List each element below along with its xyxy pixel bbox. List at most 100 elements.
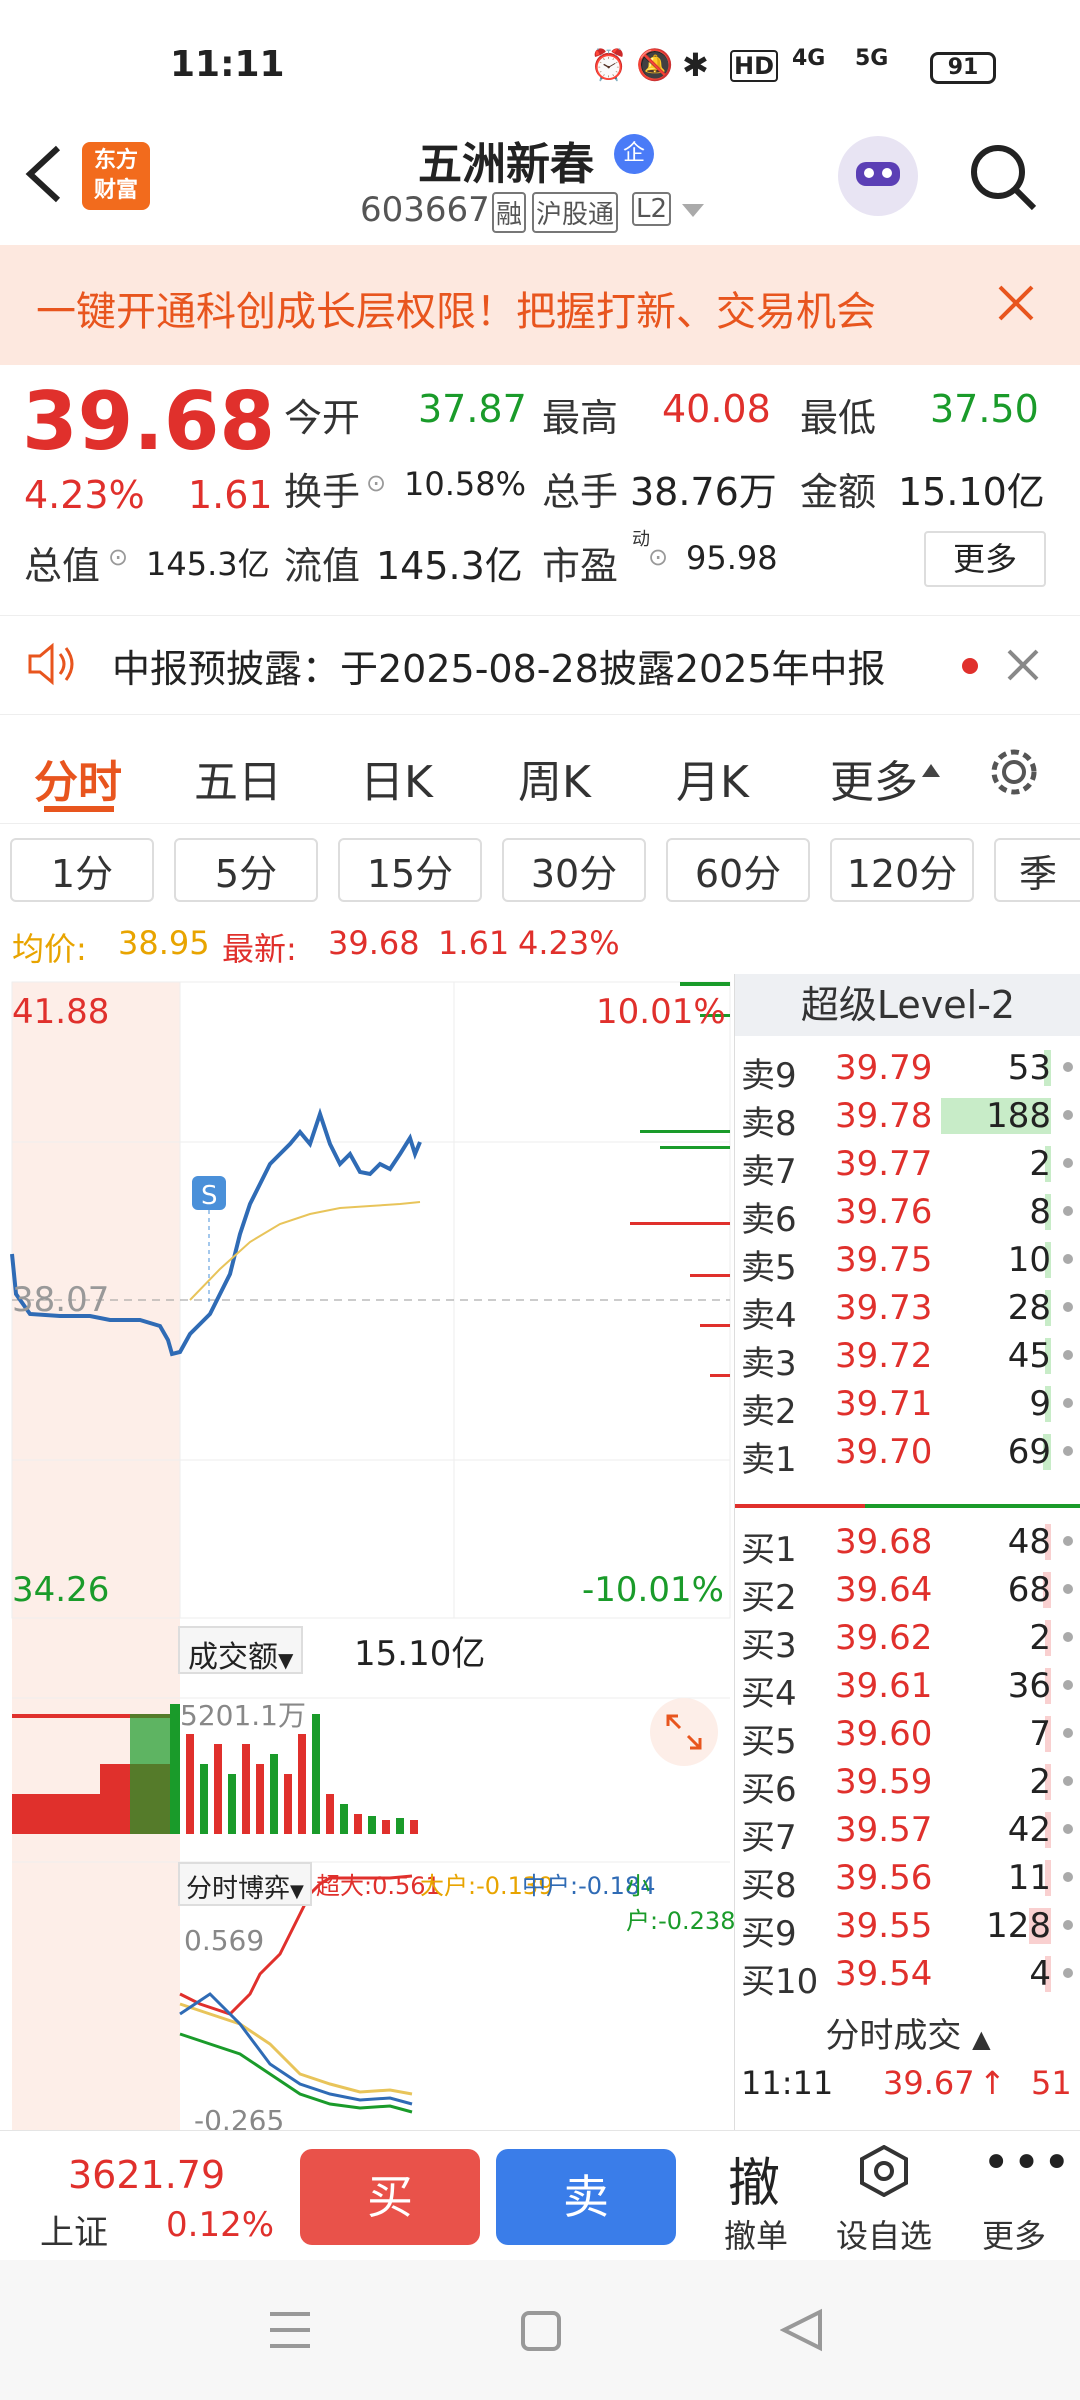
level-price: 39.70 — [835, 1432, 933, 1472]
ask-row[interactable]: 卖5 39.75 10 — [735, 1236, 1080, 1288]
back-icon[interactable] — [22, 144, 66, 204]
intraday-chart[interactable]: S 41.88 10.01% 38.07 34.26 -10.01% 成交额▼ … — [0, 974, 735, 2137]
dropdown-icon[interactable] — [682, 204, 704, 218]
sell-button[interactable]: 卖 — [496, 2149, 676, 2245]
more-button[interactable]: 更多 — [924, 531, 1046, 587]
stock-code: 603667 — [360, 190, 490, 230]
bid-row[interactable]: 买1 39.68 48 — [735, 1518, 1080, 1570]
ask-row[interactable]: 卖1 39.70 69 — [735, 1428, 1080, 1480]
game-selector[interactable]: 分时博弈▼ — [178, 1862, 312, 1906]
period-15min[interactable]: 15分 — [338, 838, 482, 902]
status-dot — [1063, 1680, 1073, 1690]
axis-top-pct: 10.01% — [596, 992, 726, 1032]
index-name: 上证 — [40, 2213, 108, 2253]
margin-tag: 融 — [492, 192, 527, 233]
ask-row[interactable]: 卖6 39.76 8 — [735, 1188, 1080, 1240]
bid-row[interactable]: 买2 39.64 68 — [735, 1566, 1080, 1618]
axis-ref-price: 38.07 — [12, 1280, 110, 1320]
back-nav-icon[interactable] — [780, 2308, 824, 2352]
cancel-order-button[interactable]: 撤 撤单 — [706, 2131, 816, 2261]
volume-selector[interactable]: 成交额▼ — [178, 1626, 304, 1675]
gear-icon[interactable] — [986, 744, 1042, 800]
low-value: 37.50 — [930, 387, 1039, 431]
add-watchlist-button[interactable]: 设自选 — [830, 2131, 940, 2261]
bid-row[interactable]: 买3 39.62 2 — [735, 1614, 1080, 1666]
period-30min[interactable]: 30分 — [502, 838, 646, 902]
signal-s-text: S — [201, 1181, 218, 1211]
cancel-label: 撤单 — [724, 2217, 789, 2255]
level-label: 卖5 — [741, 1248, 797, 1288]
level-qty: 8 — [1029, 1192, 1051, 1232]
status-dot — [1063, 1632, 1073, 1642]
tab-monthly-k[interactable]: 月K — [676, 746, 749, 810]
bid-row[interactable]: 买10 39.54 4 — [735, 1950, 1080, 2002]
status-dot — [1063, 1110, 1073, 1120]
bid-row[interactable]: 买9 39.55 128 — [735, 1902, 1080, 1954]
close-icon[interactable] — [996, 283, 1036, 323]
tab-more[interactable]: 更多 — [830, 746, 918, 810]
system-nav-bar — [0, 2260, 1080, 2400]
expand-icon[interactable] — [664, 1712, 704, 1752]
home-icon[interactable] — [520, 2310, 562, 2352]
assistant-robot-icon[interactable] — [838, 136, 918, 216]
bid-row[interactable]: 买4 39.61 36 — [735, 1662, 1080, 1714]
eastmoney-logo[interactable]: 东方 财富 — [82, 142, 150, 210]
axis-bottom-price: 34.26 — [12, 1570, 110, 1610]
level-qty: 11 — [1007, 1858, 1051, 1898]
bid-row[interactable]: 买6 39.59 2 — [735, 1758, 1080, 1810]
promo-text: 一键开通科创成长层权限！把握打新、交易机会 — [36, 289, 876, 335]
notice-bar[interactable]: 中报预披露：于2025-08-28披露2025年中报 — [0, 615, 1080, 715]
level-label: 买4 — [741, 1674, 797, 1714]
tab-daily-k[interactable]: 日K — [360, 746, 433, 810]
level-label: 卖7 — [741, 1152, 797, 1192]
mute-icon: 🔕 — [636, 48, 674, 83]
close-icon[interactable] — [1006, 648, 1040, 682]
avg-label: 均价: — [12, 930, 87, 968]
period-120min[interactable]: 120分 — [830, 838, 974, 902]
ask-row[interactable]: 卖3 39.72 45 — [735, 1332, 1080, 1384]
level-qty: 28 — [1007, 1288, 1051, 1328]
bid-row[interactable]: 买8 39.56 11 — [735, 1854, 1080, 1906]
level-qty: 9 — [1029, 1384, 1051, 1424]
tab-five-day[interactable]: 五日 — [194, 746, 282, 810]
level-qty: 2 — [1029, 1762, 1051, 1802]
status-dot — [1063, 1728, 1073, 1738]
menu-icon[interactable] — [268, 2310, 312, 2350]
more-menu-button[interactable]: ••• 更多 — [960, 2131, 1071, 2261]
status-dot — [1063, 1062, 1073, 1072]
status-dot — [1063, 1398, 1073, 1408]
ask-row[interactable]: 卖2 39.71 9 — [735, 1380, 1080, 1432]
info-icon[interactable]: ⊙ — [366, 469, 386, 497]
index-widget[interactable]: 3621.79 上证 0.12% — [0, 2131, 290, 2261]
bid-row[interactable]: 买7 39.57 42 — [735, 1806, 1080, 1858]
period-5min[interactable]: 5分 — [174, 838, 318, 902]
amount-value: 15.10亿 — [898, 470, 1045, 514]
search-icon[interactable] — [968, 142, 1040, 214]
period-season[interactable]: 季 — [994, 838, 1080, 902]
level-price: 39.57 — [835, 1810, 933, 1850]
info-icon[interactable]: ⊙ — [108, 543, 128, 571]
tab-weekly-k[interactable]: 周K — [518, 746, 591, 810]
caret-up-icon: ▲ — [972, 2025, 991, 2053]
game-top: 0.569 — [184, 1924, 265, 1957]
period-1min[interactable]: 1分 — [10, 838, 154, 902]
volume-max: 5201.1万 — [180, 1699, 306, 1732]
ask-row[interactable]: 卖4 39.73 28 — [735, 1284, 1080, 1336]
level2-tag: L2 — [632, 192, 672, 226]
unread-dot — [962, 658, 978, 674]
ask-row[interactable]: 卖9 39.79 53 — [735, 1044, 1080, 1096]
tab-intraday[interactable]: 分时 — [34, 746, 122, 810]
level-price: 39.64 — [835, 1570, 933, 1610]
ask-row[interactable]: 卖7 39.77 2 — [735, 1140, 1080, 1192]
bid-row[interactable]: 买5 39.60 7 — [735, 1710, 1080, 1762]
buy-button[interactable]: 买 — [300, 2149, 480, 2245]
trades-header[interactable]: 分时成交 ▲ — [735, 2008, 1080, 2057]
promo-banner[interactable]: 一键开通科创成长层权限！把握打新、交易机会 — [0, 245, 1080, 365]
info-icon[interactable]: ⊙ — [648, 543, 668, 571]
level-price: 39.75 — [835, 1240, 933, 1280]
period-60min[interactable]: 60分 — [666, 838, 810, 902]
latest-change: 1.61 — [438, 924, 510, 962]
ask-row[interactable]: 卖8 39.78 188 — [735, 1092, 1080, 1144]
level-qty: 68 — [1007, 1570, 1051, 1610]
low-label: 最低 — [800, 396, 877, 440]
